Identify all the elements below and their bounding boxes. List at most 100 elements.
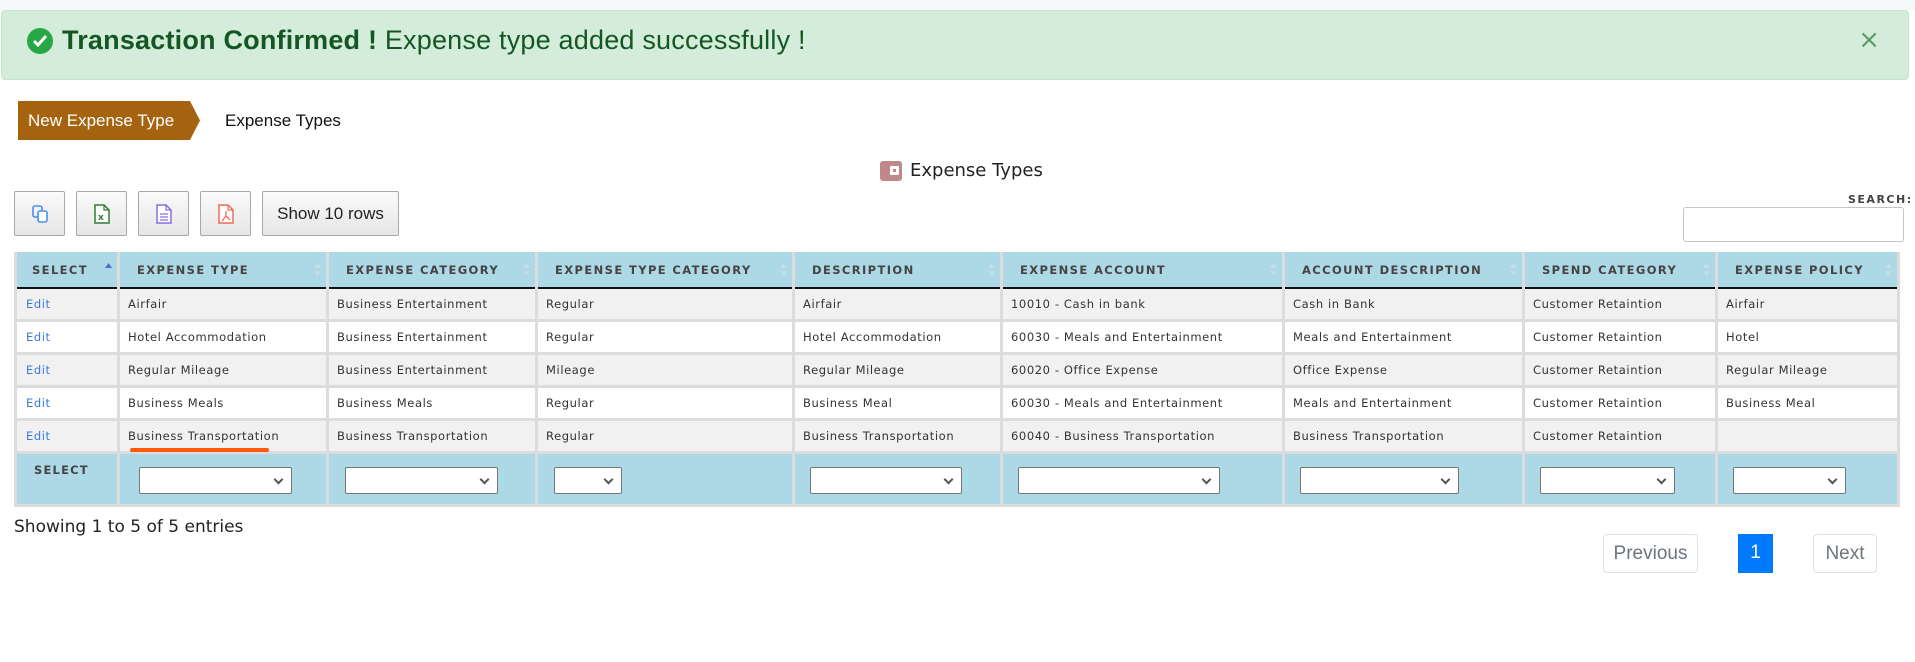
column-header-expense-type-category[interactable]: EXPENSE TYPE CATEGORY bbox=[535, 252, 795, 289]
cell-expense-category: Business Transportation bbox=[326, 419, 538, 454]
check-circle-icon bbox=[27, 28, 53, 54]
cell-account-description: Meals and Entertainment bbox=[1282, 320, 1525, 355]
filter-cell bbox=[1522, 451, 1718, 507]
cell-expense-category: Business Entertainment bbox=[326, 288, 538, 322]
column-header-label: EXPENSE POLICY bbox=[1735, 262, 1864, 277]
filter-select-description[interactable] bbox=[810, 466, 962, 494]
cell-account-description: Meals and Entertainment bbox=[1282, 386, 1525, 421]
sort-icon bbox=[988, 263, 995, 276]
cell-spend-category: Customer Retaintion bbox=[1522, 386, 1718, 421]
show-rows-button[interactable]: Show 10 rows bbox=[262, 191, 399, 236]
column-header-label: DESCRIPTION bbox=[812, 262, 915, 277]
cell-description: Airfair bbox=[792, 288, 1003, 322]
filter-cell bbox=[326, 451, 538, 507]
cell-expense-account: 60030 - Meals and Entertainment bbox=[1000, 386, 1285, 421]
cell-account-description: Cash in Bank bbox=[1282, 288, 1525, 322]
table-row: Edit Business Meals Business Meals Regular B… bbox=[14, 386, 1900, 421]
sort-icon bbox=[1510, 263, 1517, 276]
cell-expense-type-category: Mileage bbox=[535, 353, 795, 388]
alert-text: Expense type added successfully ! bbox=[377, 25, 806, 55]
cell-expense-category: Business Entertainment bbox=[326, 320, 538, 355]
cell-spend-category: Customer Retaintion bbox=[1522, 320, 1718, 355]
cell-spend-category: Customer Retaintion bbox=[1522, 353, 1718, 388]
sort-icon bbox=[780, 263, 787, 276]
sort-icon bbox=[314, 263, 321, 276]
cell-expense-account: 60040 - Business Transportation bbox=[1000, 419, 1285, 454]
filter-row: SELECT bbox=[14, 451, 1900, 507]
column-header-account-description[interactable]: ACCOUNT DESCRIPTION bbox=[1282, 252, 1525, 289]
column-header-expense-account[interactable]: EXPENSE ACCOUNT bbox=[1000, 252, 1285, 289]
svg-text:x: x bbox=[98, 213, 104, 223]
alert-title: Transaction Confirmed ! bbox=[62, 25, 378, 55]
filter-select-spend-category[interactable] bbox=[1540, 466, 1675, 494]
search-input[interactable] bbox=[1683, 207, 1904, 242]
column-header-select[interactable]: SELECT bbox=[14, 252, 120, 289]
cell-expense-policy: Regular Mileage bbox=[1715, 353, 1900, 388]
cell-spend-category: Customer Retaintion bbox=[1522, 419, 1718, 454]
cell-expense-account: 10010 - Cash in bank bbox=[1000, 288, 1285, 322]
column-header-label: ACCOUNT DESCRIPTION bbox=[1302, 262, 1483, 277]
filter-select-expense-policy[interactable] bbox=[1733, 466, 1846, 494]
cell-spend-category: Customer Retaintion bbox=[1522, 288, 1718, 322]
edit-link[interactable]: Edit bbox=[14, 288, 120, 322]
top-strip bbox=[0, 0, 1915, 10]
breadcrumb-expense-types[interactable]: Expense Types bbox=[225, 101, 341, 140]
cell-expense-type-category: Regular bbox=[535, 419, 795, 454]
filter-label: SELECT bbox=[14, 451, 120, 507]
pdf-button[interactable] bbox=[200, 191, 251, 236]
edit-link[interactable]: Edit bbox=[14, 320, 120, 355]
copy-icon bbox=[31, 204, 48, 223]
wallet-icon bbox=[880, 160, 902, 181]
filter-cell bbox=[792, 451, 1003, 507]
expense-types-table: SELECT EXPENSE TYPE EXPENSE CATEGORY EXPENS… bbox=[14, 252, 1900, 507]
column-header-label: EXPENSE ACCOUNT bbox=[1020, 262, 1167, 277]
cell-expense-account: 60020 - Office Expense bbox=[1000, 353, 1285, 388]
cell-description: Hotel Accommodation bbox=[792, 320, 1003, 355]
column-header-expense-policy[interactable]: EXPENSE POLICY bbox=[1715, 252, 1900, 289]
filter-select-expense-category[interactable] bbox=[345, 466, 498, 494]
table-title-text: Expense Types bbox=[910, 160, 1043, 181]
column-header-spend-category[interactable]: SPEND CATEGORY bbox=[1522, 252, 1718, 289]
filter-cell bbox=[117, 451, 329, 507]
edit-link[interactable]: Edit bbox=[14, 386, 120, 421]
previous-button[interactable]: Previous bbox=[1603, 534, 1698, 573]
filter-select-account-description[interactable] bbox=[1300, 466, 1459, 494]
edit-link[interactable]: Edit bbox=[14, 353, 120, 388]
filter-select-expense-type[interactable] bbox=[139, 466, 292, 494]
excel-button[interactable]: x bbox=[76, 191, 127, 236]
copy-button[interactable] bbox=[14, 191, 65, 236]
table-row: Edit Business Transportation Business Tran… bbox=[14, 419, 1900, 454]
column-header-expense-category[interactable]: EXPENSE CATEGORY bbox=[326, 252, 538, 289]
sort-icon bbox=[1703, 263, 1710, 276]
pdf-icon bbox=[217, 203, 234, 224]
success-alert: Transaction Confirmed ! Expense type add… bbox=[1, 10, 1909, 80]
column-header-description[interactable]: DESCRIPTION bbox=[792, 252, 1003, 289]
cell-expense-category: Business Entertainment bbox=[326, 353, 538, 388]
breadcrumb-new-expense-type[interactable]: New Expense Type bbox=[18, 101, 200, 140]
search-label: SEARCH: bbox=[1848, 193, 1913, 206]
cell-description: Business Meal bbox=[792, 386, 1003, 421]
cell-expense-policy: Airfair bbox=[1715, 288, 1900, 322]
filter-select-expense-account[interactable] bbox=[1018, 466, 1220, 494]
cell-expense-policy: Hotel bbox=[1715, 320, 1900, 355]
cell-expense-type: Business Meals bbox=[117, 386, 329, 421]
column-header-label: EXPENSE TYPE bbox=[137, 262, 250, 277]
column-header-label: EXPENSE CATEGORY bbox=[346, 262, 500, 277]
next-button[interactable]: Next bbox=[1813, 534, 1877, 573]
table-row: Edit Airfair Business Entertainment Regular… bbox=[14, 288, 1900, 322]
edit-link[interactable]: Edit bbox=[14, 419, 120, 454]
cell-description: Regular Mileage bbox=[792, 353, 1003, 388]
table-row: Edit Hotel Accommodation Business Entertai… bbox=[14, 320, 1900, 355]
excel-icon: x bbox=[93, 203, 110, 224]
csv-button[interactable] bbox=[138, 191, 189, 236]
page-1-button[interactable]: 1 bbox=[1738, 534, 1773, 573]
sort-icon bbox=[1885, 263, 1892, 276]
filter-select-expense-type-category[interactable] bbox=[554, 466, 622, 494]
column-header-label: SPEND CATEGORY bbox=[1542, 262, 1678, 277]
close-icon[interactable]: × bbox=[1858, 27, 1880, 53]
sort-ascending-icon bbox=[105, 263, 112, 268]
export-toolbar: x Show 10 rows bbox=[14, 191, 399, 236]
filter-cell bbox=[1715, 451, 1900, 507]
column-header-expense-type[interactable]: EXPENSE TYPE bbox=[117, 252, 329, 289]
table-row: Edit Regular Mileage Business Entertainmen… bbox=[14, 353, 1900, 388]
